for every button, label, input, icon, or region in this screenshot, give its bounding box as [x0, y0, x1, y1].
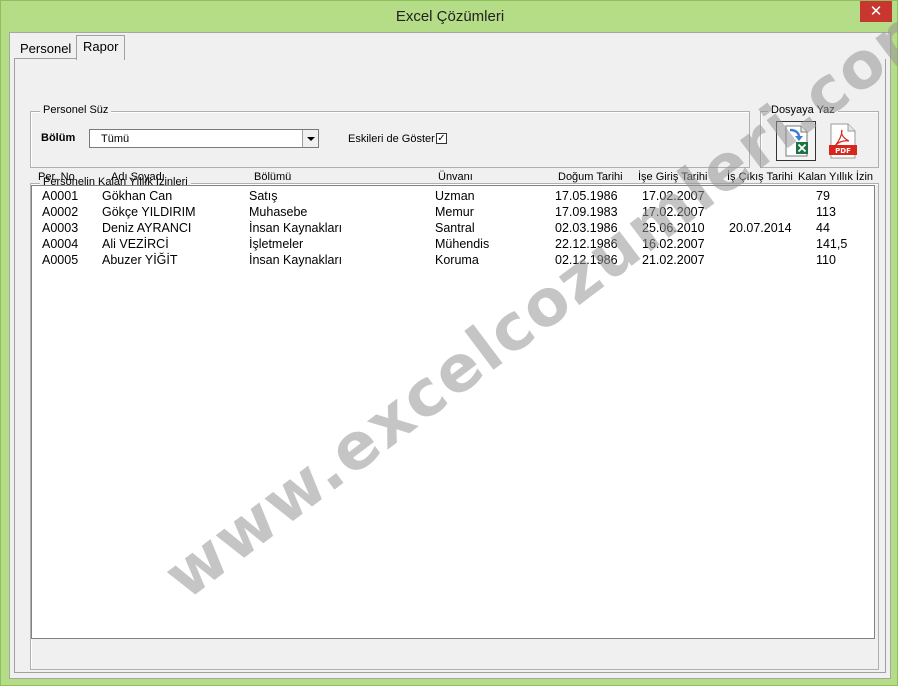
report-listbox[interactable]: A0001 Gökhan Can Satış Uzman 17.05.1986 … — [31, 185, 875, 639]
column-header-per-no: Per. No — [38, 171, 75, 183]
chevron-down-icon[interactable] — [302, 130, 318, 147]
cell-per-no: A0001 — [42, 189, 79, 203]
cell-birth-date: 02.03.1986 — [555, 221, 618, 235]
app-window: Excel Çözümleri ✕ Personel Rapor Persone… — [0, 0, 898, 686]
cell-title: Santral — [435, 221, 475, 235]
cell-hire-date: 16.02.2007 — [642, 237, 705, 251]
export-group-label: Dosyaya Yaz — [768, 104, 838, 116]
cell-title: Uzman — [435, 189, 475, 203]
cell-title: Mühendis — [435, 237, 490, 251]
column-header-birth-date: Doğum Tarihi — [558, 171, 623, 183]
department-combo-value: Tümü — [101, 133, 130, 145]
cell-per-no: A0005 — [42, 253, 79, 267]
cell-birth-date: 17.09.1983 — [555, 205, 618, 219]
cell-per-no: A0003 — [42, 221, 79, 235]
cell-birth-date: 22.12.1986 — [555, 237, 618, 251]
cell-department: İnsan Kaynakları — [249, 221, 343, 235]
pdf-icon-label: PDF — [835, 147, 851, 155]
cell-department: İnsan Kaynakları — [249, 253, 343, 267]
excel-icon — [785, 125, 808, 157]
export-excel-button[interactable] — [776, 121, 816, 161]
cell-department: İşletmeler — [249, 237, 304, 251]
cell-per-no: A0004 — [42, 237, 79, 251]
cell-per-no: A0002 — [42, 205, 79, 219]
window-title: Excel Çözümleri — [395, 8, 505, 25]
tab-rapor[interactable]: Rapor — [76, 35, 125, 60]
pdf-icon: PDF — [829, 123, 857, 159]
cell-remaining-leave: 79 — [816, 189, 830, 203]
table-row[interactable]: A0002 Gökçe YILDIRIM Muhasebe Memur 17.0… — [32, 204, 872, 220]
show-former-label: Eskileri de Göster — [348, 133, 435, 145]
cell-remaining-leave: 110 — [816, 253, 836, 267]
table-row[interactable]: A0003 Deniz AYRANCI İnsan Kaynakları San… — [32, 220, 872, 236]
cell-department: Satış — [249, 189, 278, 203]
close-button[interactable]: ✕ — [860, 1, 892, 22]
column-header-department: Bölümü — [254, 171, 292, 183]
cell-exit-date: 20.07.2014 — [729, 221, 792, 235]
cell-remaining-leave: 113 — [816, 205, 836, 219]
title-bar[interactable]: Excel Çözümleri ✕ — [1, 1, 898, 32]
column-header-exit-date: İş Çıkış Tarihi — [727, 171, 793, 183]
table-row[interactable]: A0004 Ali VEZİRCİ İşletmeler Mühendis 22… — [32, 236, 872, 252]
cell-remaining-leave: 141,5 — [816, 237, 848, 251]
department-combo[interactable]: Tümü — [89, 129, 319, 148]
cell-department: Muhasebe — [249, 205, 308, 219]
cell-name: Abuzer YİĞİT — [102, 253, 178, 267]
cell-name: Gökçe YILDIRIM — [102, 205, 196, 219]
cell-hire-date: 17.02.2007 — [642, 205, 705, 219]
cell-hire-date: 25.06.2010 — [642, 221, 705, 235]
column-header-remaining-leave: Kalan Yıllık İzin — [798, 171, 874, 183]
table-row[interactable]: A0001 Gökhan Can Satış Uzman 17.05.1986 … — [32, 188, 872, 204]
cell-hire-date: 17.02.2007 — [642, 189, 705, 203]
cell-name: Deniz AYRANCI — [102, 221, 192, 235]
column-header-title: Ünvanı — [438, 171, 473, 183]
cell-hire-date: 21.02.2007 — [642, 253, 705, 267]
export-pdf-button[interactable]: PDF — [823, 121, 863, 161]
filter-group: Personel Süz Bölüm Tümü Eskileri de Göst… — [30, 104, 750, 168]
cell-birth-date: 02.12.1986 — [555, 253, 618, 267]
cell-remaining-leave: 44 — [816, 221, 830, 235]
cell-name: Ali VEZİRCİ — [102, 237, 169, 251]
export-group: Dosyaya Yaz PDF — [760, 104, 879, 168]
show-former-checkbox[interactable]: ✓ — [436, 133, 447, 144]
column-header-name: Adı Soyadı — [111, 171, 165, 183]
table-row[interactable]: A0005 Abuzer YİĞİT İnsan Kaynakları Koru… — [32, 252, 872, 268]
cell-title: Memur — [435, 205, 474, 219]
tab-personel[interactable]: Personel — [14, 37, 76, 59]
department-label: Bölüm — [41, 132, 76, 144]
cell-name: Gökhan Can — [102, 189, 173, 203]
filter-group-label: Personel Süz — [40, 104, 112, 116]
column-header-hire-date: İşe Giriş Tarihi — [638, 171, 708, 183]
cell-birth-date: 17.05.1986 — [555, 189, 618, 203]
cell-title: Koruma — [435, 253, 479, 267]
